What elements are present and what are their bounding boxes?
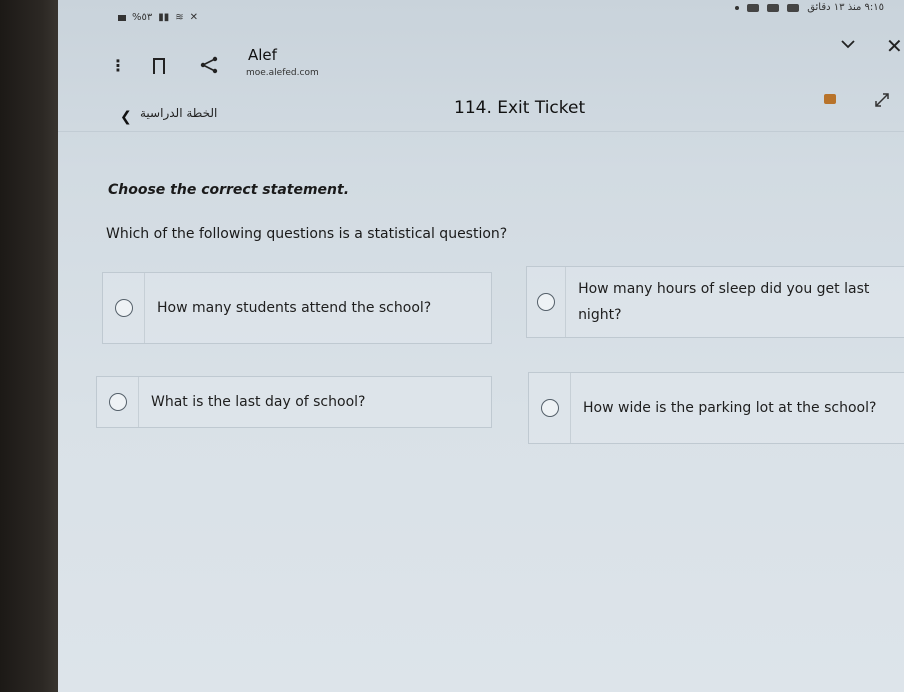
status-left: %٥٣ ▮▮ ≋ ✕ bbox=[118, 12, 198, 23]
page-title: 114. Exit Ticket bbox=[454, 98, 586, 118]
instruction-text: Choose the correct statement. bbox=[108, 182, 350, 198]
wifi-icon: ≋ bbox=[175, 12, 184, 23]
radio-cell bbox=[527, 267, 567, 337]
answer-option-2[interactable]: How many hours of sleep did you get last… bbox=[526, 266, 904, 338]
radio-button[interactable] bbox=[114, 299, 133, 317]
back-link[interactable]: الخطة الدراسية bbox=[140, 106, 217, 120]
status-bar: %٥٣ ▮▮ ≋ ✕ ٩:١٥ منذ ١٣ دقائق bbox=[58, 0, 904, 26]
answer-option-4[interactable]: How wide is the parking lot at the schoo… bbox=[528, 372, 904, 444]
menu-icon[interactable]: ⋮ bbox=[110, 58, 126, 74]
app-header: ⋮ Alef moe.alefed.com ✕ bbox=[58, 30, 904, 84]
notification-dot-icon bbox=[735, 5, 740, 10]
cloud-icon bbox=[747, 3, 760, 12]
radio-cell bbox=[529, 373, 571, 443]
battery-percent: %٥٣ bbox=[132, 12, 153, 23]
close-icon[interactable]: ✕ bbox=[886, 36, 903, 56]
mute-icon: ✕ bbox=[189, 12, 199, 23]
option-label: How many hours of sleep did you get last… bbox=[578, 281, 870, 323]
image-icon bbox=[767, 3, 780, 12]
chevron-down-icon[interactable] bbox=[840, 38, 856, 50]
question-text: Which of the following questions is a st… bbox=[106, 226, 508, 242]
screen: %٥٣ ▮▮ ≋ ✕ ٩:١٥ منذ ١٣ دقائق ⋮ Alef moe.… bbox=[58, 0, 904, 692]
share-icon[interactable] bbox=[198, 54, 220, 76]
battery-icon bbox=[118, 14, 126, 21]
status-time: ٩:١٥ منذ ١٣ دقائق bbox=[807, 2, 884, 13]
option-label: How many students attend the school? bbox=[157, 300, 432, 316]
radio-cell bbox=[97, 377, 139, 427]
back-chevron-icon[interactable]: ❮ bbox=[120, 110, 132, 124]
status-right: ٩:١٥ منذ ١٣ دقائق bbox=[735, 2, 884, 13]
badge-icon[interactable] bbox=[824, 94, 836, 104]
answer-option-1[interactable]: How many students attend the school? bbox=[102, 272, 492, 344]
app-url: moe.alefed.com bbox=[246, 68, 319, 78]
answer-option-3[interactable]: What is the last day of school? bbox=[96, 376, 492, 428]
option-label: What is the last day of school? bbox=[151, 394, 366, 410]
radio-cell bbox=[103, 273, 145, 343]
cloud-icon-2 bbox=[787, 3, 800, 12]
bookmark-icon[interactable] bbox=[153, 58, 165, 74]
device-bezel bbox=[0, 0, 60, 692]
radio-button[interactable] bbox=[108, 393, 127, 411]
option-label: How wide is the parking lot at the schoo… bbox=[583, 400, 877, 416]
nav-bar: ❮ الخطة الدراسية 114. Exit Ticket bbox=[58, 88, 904, 132]
app-title: Alef bbox=[248, 46, 277, 64]
radio-button[interactable] bbox=[540, 399, 559, 417]
radio-button[interactable] bbox=[537, 293, 556, 311]
expand-icon[interactable] bbox=[872, 90, 892, 110]
signal-icon: ▮▮ bbox=[158, 12, 170, 23]
